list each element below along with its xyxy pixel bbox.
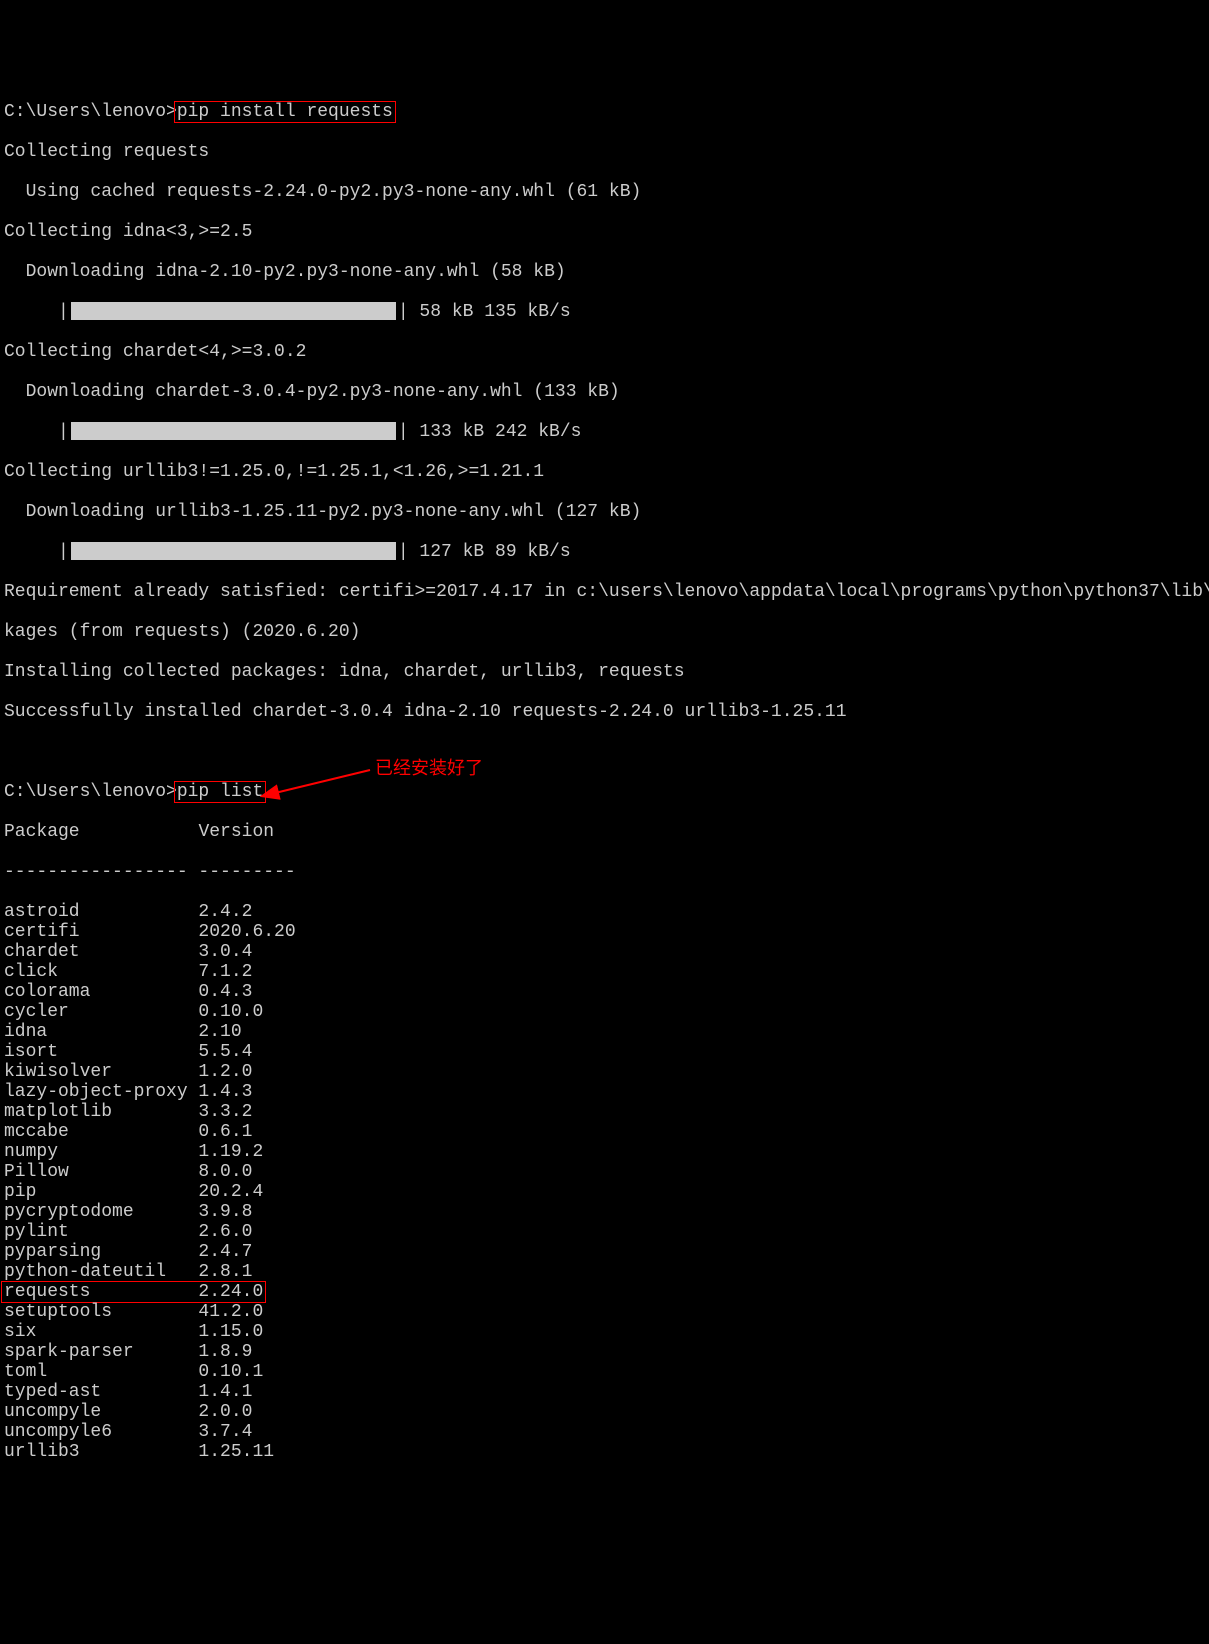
package-row: chardet 3.0.4 xyxy=(4,942,1205,962)
package-row: pycryptodome 3.9.8 xyxy=(4,1202,1205,1222)
header-package: Package xyxy=(4,822,198,842)
package-row: Pillow 8.0.0 xyxy=(4,1162,1205,1182)
blank-line xyxy=(4,742,1205,762)
package-row: typed-ast 1.4.1 xyxy=(4,1382,1205,1402)
list-divider: ----------------- --------- xyxy=(4,862,1205,882)
package-row: cycler 0.10.0 xyxy=(4,1002,1205,1022)
package-row: isort 5.5.4 xyxy=(4,1042,1205,1062)
package-row: python-dateutil 2.8.1 xyxy=(4,1262,1205,1282)
package-row: pip 20.2.4 xyxy=(4,1182,1205,1202)
package-row: requests 2.24.0 xyxy=(4,1282,1205,1302)
package-row: pylint 2.6.0 xyxy=(4,1222,1205,1242)
package-row: toml 0.10.1 xyxy=(4,1362,1205,1382)
package-row: colorama 0.4.3 xyxy=(4,982,1205,1002)
command-2-highlight: pip list xyxy=(174,781,266,803)
output-line: Downloading idna-2.10-py2.py3-none-any.w… xyxy=(4,262,1205,282)
output-line: Collecting urllib3!=1.25.0,!=1.25.1,<1.2… xyxy=(4,462,1205,482)
package-list: astroid 2.4.2certifi 2020.6.20chardet 3.… xyxy=(4,902,1205,1462)
package-row: pyparsing 2.4.7 xyxy=(4,1242,1205,1262)
prompt-line-2: C:\Users\lenovo>pip list xyxy=(4,782,1205,802)
progress-bar-3 xyxy=(71,542,396,560)
header-version: Version xyxy=(198,822,274,842)
highlighted-package: requests 2.24.0 xyxy=(1,1281,266,1303)
package-row: click 7.1.2 xyxy=(4,962,1205,982)
package-row: six 1.15.0 xyxy=(4,1322,1205,1342)
package-row: uncompyle 2.0.0 xyxy=(4,1402,1205,1422)
annotation-text: 已经安装好了 xyxy=(375,760,483,780)
output-line: Installing collected packages: idna, cha… xyxy=(4,662,1205,682)
output-line: Using cached requests-2.24.0-py2.py3-non… xyxy=(4,182,1205,202)
output-line: Downloading chardet-3.0.4-py2.py3-none-a… xyxy=(4,382,1205,402)
progress-bar-2 xyxy=(71,422,396,440)
output-line: Collecting idna<3,>=2.5 xyxy=(4,222,1205,242)
package-row: numpy 1.19.2 xyxy=(4,1142,1205,1162)
package-row: setuptools 41.2.0 xyxy=(4,1302,1205,1322)
prompt-path-1: C:\Users\lenovo> xyxy=(4,102,177,122)
annotation-arrow xyxy=(260,765,380,805)
package-row: mccabe 0.6.1 xyxy=(4,1122,1205,1142)
package-row: matplotlib 3.3.2 xyxy=(4,1102,1205,1122)
terminal-window[interactable]: C:\Users\lenovo>pip install requests Col… xyxy=(0,80,1209,1484)
package-row: certifi 2020.6.20 xyxy=(4,922,1205,942)
output-line: Collecting chardet<4,>=3.0.2 xyxy=(4,342,1205,362)
list-header: Package Version xyxy=(4,822,1205,842)
output-line: Requirement already satisfied: certifi>=… xyxy=(4,582,1205,602)
output-line: Downloading urllib3-1.25.11-py2.py3-none… xyxy=(4,502,1205,522)
package-row: kiwisolver 1.2.0 xyxy=(4,1062,1205,1082)
package-row: idna 2.10 xyxy=(4,1022,1205,1042)
progress-bar-1 xyxy=(71,302,396,320)
progress-line-1: || 58 kB 135 kB/s xyxy=(4,302,1205,322)
output-line: kages (from requests) (2020.6.20) xyxy=(4,622,1205,642)
package-row: lazy-object-proxy 1.4.3 xyxy=(4,1082,1205,1102)
output-line: Successfully installed chardet-3.0.4 idn… xyxy=(4,702,1205,722)
command-1-highlight: pip install requests xyxy=(174,101,396,123)
prompt-line-1: C:\Users\lenovo>pip install requests xyxy=(4,102,1205,122)
progress-line-3: || 127 kB 89 kB/s xyxy=(4,542,1205,562)
prompt-path-2: C:\Users\lenovo> xyxy=(4,782,177,802)
package-row: uncompyle6 3.7.4 xyxy=(4,1422,1205,1442)
progress-line-2: || 133 kB 242 kB/s xyxy=(4,422,1205,442)
output-line: Collecting requests xyxy=(4,142,1205,162)
package-row: urllib3 1.25.11 xyxy=(4,1442,1205,1462)
package-row: spark-parser 1.8.9 xyxy=(4,1342,1205,1362)
package-row: astroid 2.4.2 xyxy=(4,902,1205,922)
command-2: pip list xyxy=(177,782,263,802)
command-1: pip install requests xyxy=(177,102,393,122)
